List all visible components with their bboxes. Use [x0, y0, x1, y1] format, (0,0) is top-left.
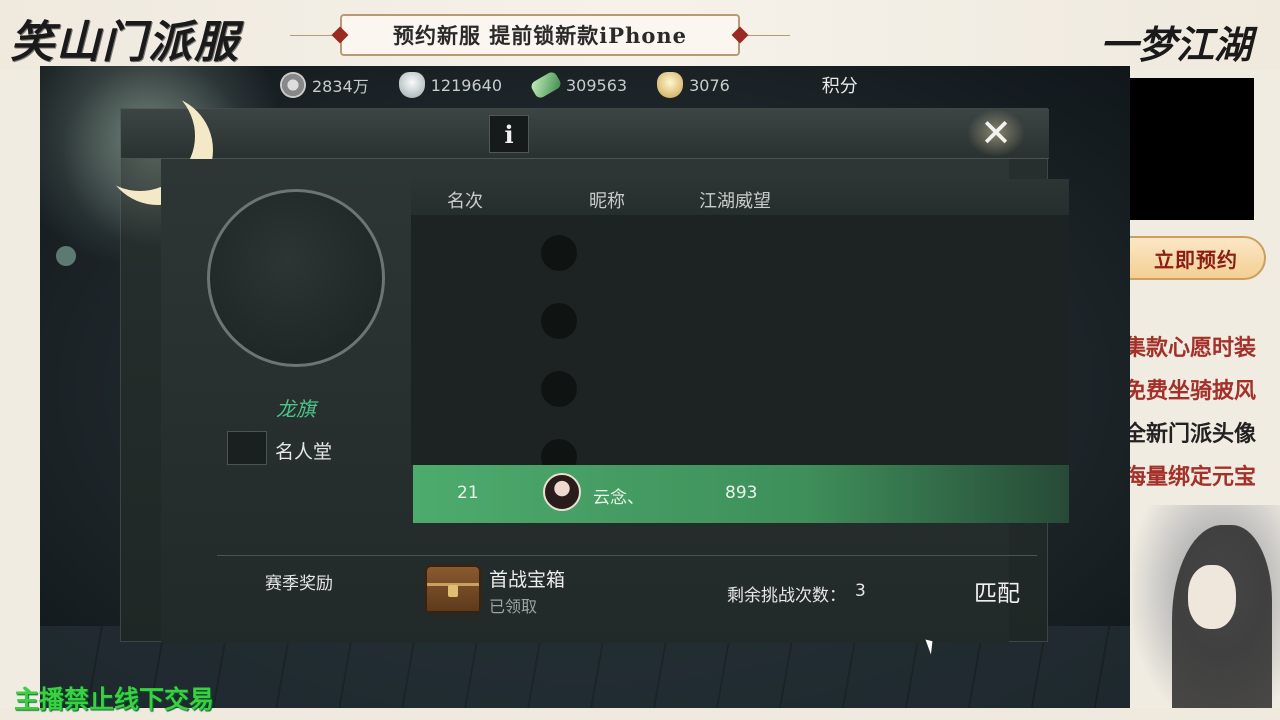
- remaining-attempts-count: 3: [855, 581, 866, 601]
- jade-icon: [529, 70, 563, 100]
- column-header-nickname: 昵称: [589, 191, 625, 212]
- footer-divider: [217, 555, 1037, 556]
- chest-title: 首战宝箱: [489, 569, 566, 591]
- coin-icon: [280, 72, 306, 98]
- match-button[interactable]: 匹配: [961, 571, 1033, 611]
- world-marker-icon: [56, 246, 76, 266]
- chest-status: 已领取: [489, 597, 538, 616]
- bottom-notice: 主播禁止线下交易: [14, 685, 215, 714]
- ranking-table-header: 名次 昵称 江湖威望: [411, 179, 1069, 215]
- column-header-rank: 名次: [447, 191, 483, 212]
- my-fame: 893: [725, 483, 758, 503]
- currency-silver: 1219640: [398, 72, 502, 98]
- my-rank: 21: [457, 483, 479, 503]
- profile-avatar: [207, 189, 385, 367]
- side-promo-text: 集款心愿时装: [1124, 335, 1257, 361]
- overlay-brand-right: 一梦江湖: [1099, 22, 1252, 67]
- overlay-brand-left: 笑山门派服: [10, 17, 240, 68]
- currency-coin: 2834万: [280, 72, 369, 98]
- points-label[interactable]: 积分: [822, 72, 858, 98]
- ranking-list[interactable]: [411, 215, 1069, 475]
- side-promo-text: 海量绑定元宝: [1124, 464, 1257, 490]
- promo-banner: 预约新服 提前锁新款iPhone: [340, 14, 740, 56]
- my-nickname: 云念、: [593, 488, 644, 508]
- reserve-button[interactable]: 立即预约: [1126, 236, 1266, 280]
- currency-bar: 2834万 1219640 309563 3076 积分: [280, 66, 960, 104]
- remaining-attempts-label: 剩余挑战次数：: [727, 586, 846, 606]
- side-video-panel: [1130, 78, 1254, 220]
- side-promo-text: 免费坐骑披风: [1124, 378, 1257, 404]
- hall-of-fame-checkbox[interactable]: [227, 431, 267, 465]
- my-rank-row[interactable]: 21 云念、 893: [413, 465, 1069, 523]
- currency-value: 3076: [689, 75, 730, 95]
- currency-ingot: 3076: [657, 72, 730, 98]
- currency-value: 1219640: [430, 75, 502, 95]
- info-button[interactable]: i: [489, 115, 529, 153]
- avatar-placeholder: [541, 303, 577, 339]
- promo-divider-right: [742, 35, 790, 36]
- profile-name: 龙旗: [276, 397, 316, 421]
- ranking-modal: i ✕ 龙旗 名人堂 名次 昵称 江湖威望 21 云念、 893 赛季奖励 首战…: [61, 66, 1069, 643]
- game-viewport: 2834万 1219640 309563 3076 积分 i ✕ 龙旗 名人堂 …: [40, 66, 1130, 708]
- hall-of-fame-label[interactable]: 名人堂: [275, 437, 332, 464]
- promo-text: 预约新服 提前锁新款iPhone: [393, 23, 687, 48]
- currency-jade: 309563: [529, 70, 628, 100]
- modal-header: i ✕: [121, 109, 1049, 159]
- column-header-fame: 江湖威望: [699, 191, 771, 212]
- portrait-face: [1188, 565, 1236, 629]
- currency-value: 309563: [566, 75, 628, 95]
- avatar: [543, 473, 581, 511]
- treasure-chest-icon[interactable]: [425, 565, 481, 613]
- avatar-placeholder: [541, 235, 577, 271]
- ingot-icon: [657, 72, 684, 98]
- side-character-portrait: [1132, 505, 1280, 720]
- avatar-placeholder: [541, 371, 577, 407]
- currency-value: 2834万: [312, 77, 369, 96]
- side-promo-text: 全新门派头像: [1124, 421, 1257, 447]
- season-reward-label[interactable]: 赛季奖励: [265, 569, 333, 594]
- close-icon[interactable]: ✕: [967, 109, 1025, 157]
- silver-icon: [398, 72, 425, 98]
